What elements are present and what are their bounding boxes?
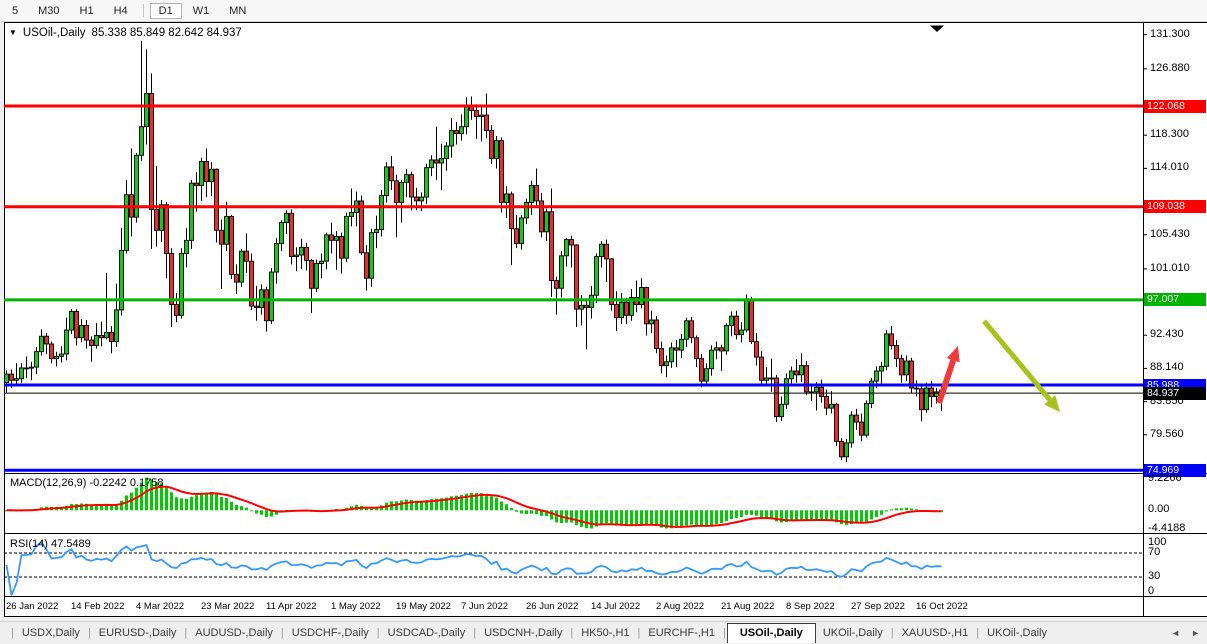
- macd-axis-label: 9.2266: [1148, 472, 1182, 484]
- macd-axis-label: -4.4188: [1148, 522, 1186, 534]
- date-axis-label: 7 Jun 2022: [461, 601, 509, 612]
- rsi-indicator-label: RSI(14) 47.5489: [10, 538, 91, 550]
- date-axis-label: 14 Jul 2022: [591, 601, 641, 612]
- rsi-axis-label: 30: [1148, 570, 1161, 582]
- tab-usdcad-daily[interactable]: USDCAD-,Daily: [381, 625, 473, 641]
- tab-xauusd-h1[interactable]: XAUUSD-,H1: [895, 625, 976, 641]
- tab-separator: |: [637, 627, 641, 639]
- tab-eurchf-h1[interactable]: EURCHF-,H1: [641, 625, 722, 641]
- date-axis-label: 27 Sep 2022: [851, 601, 905, 612]
- date-axis-label: 8 Sep 2022: [786, 601, 835, 612]
- tab-usdcnh-daily[interactable]: USDCNH-,Daily: [477, 625, 569, 641]
- tab-separator: |: [280, 627, 284, 639]
- tab-separator: |: [11, 627, 14, 639]
- date-axis-label: 23 Mar 2022: [201, 601, 255, 612]
- price-axis-tick: 101.010: [1150, 261, 1190, 274]
- date-axis-label: 26 Jun 2022: [526, 601, 579, 612]
- tab-separator: |: [473, 627, 477, 639]
- price-level-badge: 109.038: [1144, 200, 1206, 214]
- price-axis-tick: 114.010: [1150, 161, 1189, 174]
- price-level-badge: 122.068: [1144, 99, 1206, 113]
- price-axis-tick: 92.430: [1150, 328, 1184, 341]
- tab-ukoil-daily[interactable]: UKOil-,Daily: [980, 625, 1054, 641]
- date-axis-label: 11 Apr 2022: [266, 601, 317, 612]
- tab-separator: |: [722, 627, 726, 639]
- tab-separator: |: [570, 627, 574, 639]
- tab-separator: |: [890, 627, 894, 639]
- tab-separator: |: [184, 627, 188, 639]
- tab-separator: |: [87, 627, 91, 639]
- price-axis-tick: 126.880: [1150, 61, 1190, 74]
- price-axis-tick: 105.430: [1150, 227, 1190, 240]
- rsi-axis-label: 70: [1148, 546, 1161, 558]
- chart-menu-triangle-icon: ▼: [9, 28, 17, 37]
- tab-usdx-daily[interactable]: USDX,Daily: [15, 625, 87, 641]
- date-axis-label: 21 Aug 2022: [721, 601, 775, 612]
- tab-audusd-daily[interactable]: AUDUSD-,Daily: [188, 625, 280, 641]
- date-axis-label: 26 Jan 2022: [6, 601, 59, 612]
- trading-terminal: 5 M30 H1 H4 D1 W1 MN ▼ USOil-,Daily 85.338 85.…: [0, 0, 1207, 644]
- chart-symbol-label: USOil-,Daily: [22, 27, 86, 39]
- price-axis-tick: 88.140: [1150, 361, 1184, 374]
- macd-indicator-label: MACD(12,26,9) -0.2242 0.1758: [10, 477, 164, 489]
- macd-axis-label: 0.00: [1148, 503, 1170, 516]
- date-axis-label: 14 Feb 2022: [71, 601, 125, 612]
- tab-usdchf-daily[interactable]: USDCHF-,Daily: [285, 625, 376, 641]
- date-axis-label: 1 May 2022: [331, 601, 381, 612]
- symbol-tabbar: | USDX,Daily | EURUSD-,Daily | AUDUSD-,Daily |…: [0, 621, 1207, 644]
- tab-hk50-h1[interactable]: HK50-,H1: [574, 625, 636, 641]
- date-axis-label: 16 Oct 2022: [916, 601, 968, 612]
- date-axis-label: 19 May 2022: [396, 601, 451, 612]
- price-level-badge: 97.007: [1144, 293, 1206, 307]
- price-axis-tick: 79.560: [1150, 427, 1184, 440]
- date-axis-label: 2 Aug 2022: [656, 601, 705, 612]
- date-axis-label: 4 Mar 2022: [136, 601, 185, 612]
- chart-title: ▼ USOil-,Daily 85.338 85.849 82.642 84.9…: [9, 27, 242, 39]
- price-chart-canvas[interactable]: [0, 0, 1207, 644]
- tab-scroll-controls: ◄ ►: [1171, 628, 1207, 638]
- tab-scroll-left-icon[interactable]: ◄: [1171, 628, 1180, 638]
- tab-separator: |: [376, 627, 380, 639]
- rsi-axis-label: 0: [1148, 585, 1155, 597]
- tab-separator: |: [976, 627, 980, 639]
- current-price-badge: 84.937: [1144, 386, 1206, 400]
- price-axis-tick: 131.300: [1150, 27, 1190, 40]
- tab-usoil-daily[interactable]: USOil-,Daily: [726, 623, 816, 643]
- price-axis-tick: 118.300: [1150, 128, 1189, 141]
- tab-scroll-right-icon[interactable]: ►: [1191, 628, 1200, 638]
- tab-ukoil-daily[interactable]: UKOil-,Daily: [816, 625, 890, 641]
- chart-ohlc-values: 85.338 85.849 82.642 84.937: [91, 27, 242, 39]
- tab-eurusd-daily[interactable]: EURUSD-,Daily: [92, 625, 184, 641]
